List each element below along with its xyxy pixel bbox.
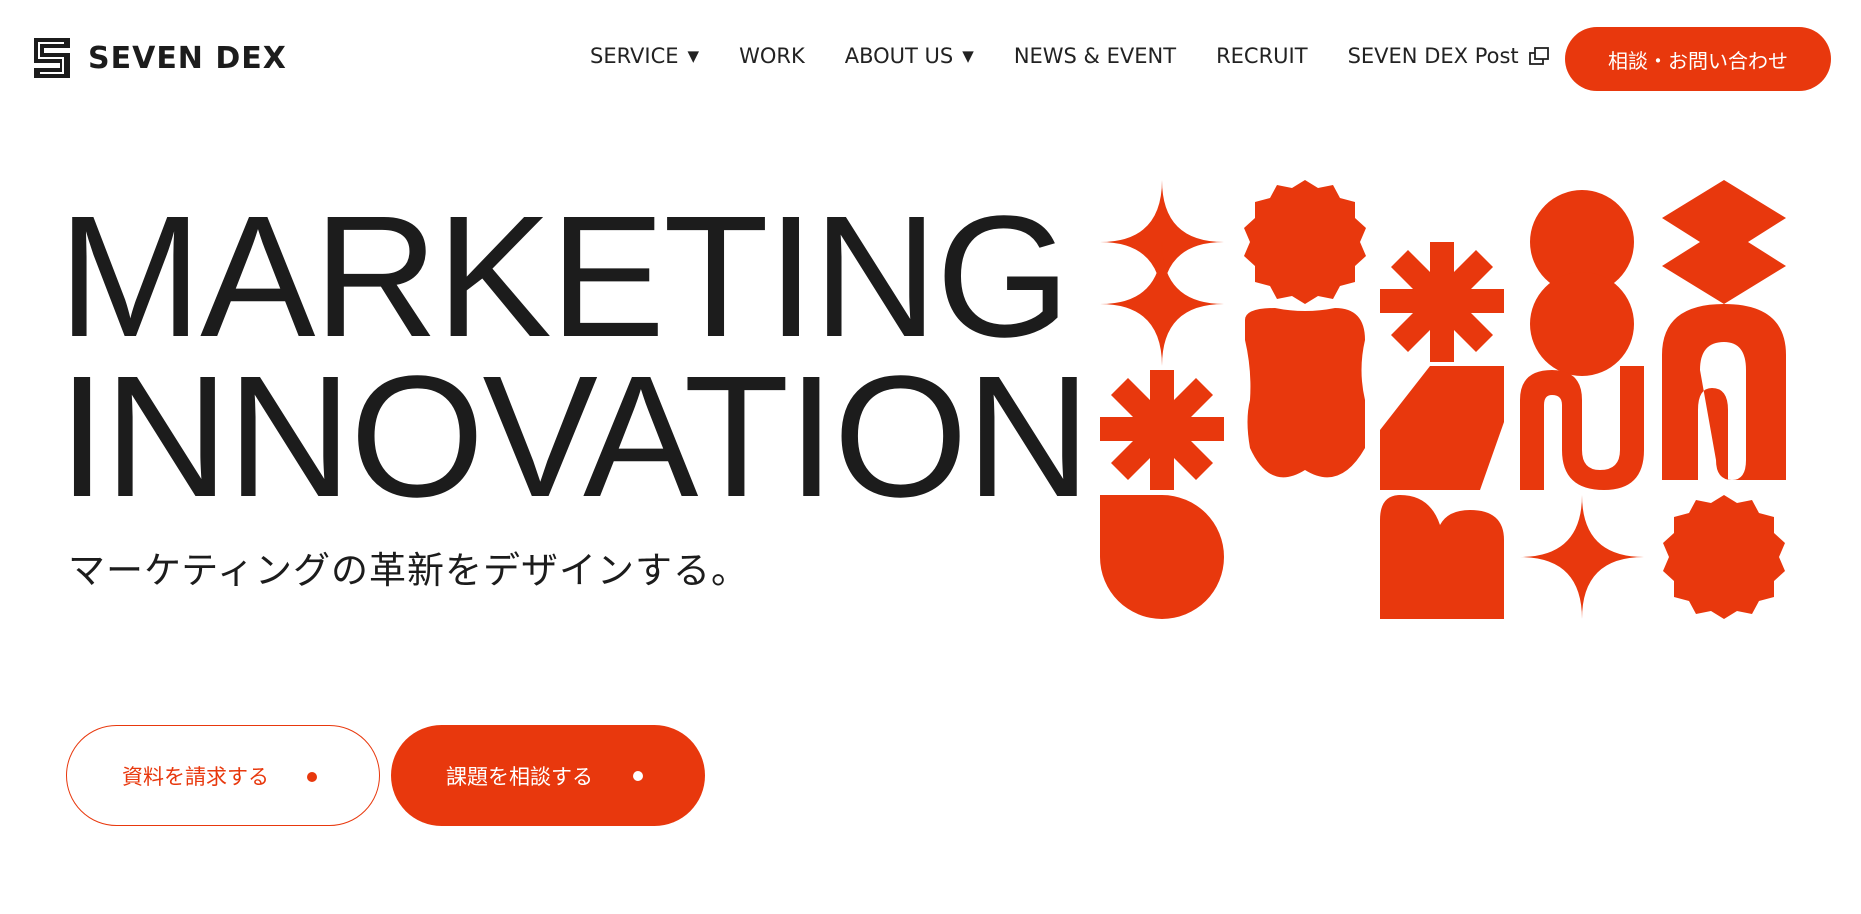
sparkle-shape (1520, 495, 1644, 619)
snake-shape (1520, 366, 1644, 490)
hero-subtitle: マーケティングの革新をデザインする。 (68, 549, 750, 592)
nav-item-label: SEVEN DEX Post (1347, 44, 1519, 68)
starburst-shape (1663, 495, 1785, 619)
logo-text: SEVEN DEX (88, 40, 287, 76)
hero-title-line-1: MARKETING (58, 179, 1070, 373)
main-nav: SERVICE ▼ WORK ABOUT US ▼ NEWS & EVENT R… (590, 44, 1589, 68)
logo[interactable]: SEVEN DEX (34, 38, 287, 78)
hero-title-line-2: INNOVATION (58, 339, 1091, 533)
hero-title: MARKETING INNOVATION (58, 179, 1091, 533)
nav-item-recruit[interactable]: RECRUIT (1216, 44, 1308, 68)
request-docs-label: 資料を請求する (122, 764, 269, 789)
external-link-icon (1528, 47, 1549, 65)
nav-item-label: RECRUIT (1216, 44, 1308, 68)
site-header: SEVEN DEX SERVICE ▼ WORK ABOUT US ▼ NEWS… (0, 0, 1861, 118)
hero-graphic (1100, 180, 1786, 619)
nav-item-news-event[interactable]: NEWS & EVENT (1014, 44, 1176, 68)
request-docs-button[interactable]: 資料を請求する (66, 725, 380, 826)
nav-item-label: NEWS & EVENT (1013, 44, 1177, 68)
nav-item-service[interactable]: SERVICE ▼ (590, 44, 699, 68)
semicircle-shape (1100, 495, 1224, 619)
snake-shape (1662, 304, 1786, 480)
nav-item-label: SERVICE (590, 44, 679, 68)
double-circle-shape (1530, 272, 1634, 376)
nav-item-label: ABOUT US (844, 44, 954, 68)
consult-button[interactable]: 課題を相談する (391, 725, 705, 826)
starburst-shape (1244, 180, 1366, 304)
chevron-down-icon: ▼ (687, 47, 700, 65)
blob-shape (1245, 308, 1365, 478)
nav-item-about-us[interactable]: ABOUT US ▼ (845, 44, 974, 68)
contact-button[interactable]: 相談・お問い合わせ (1565, 27, 1831, 91)
seven-dex-logo-icon (34, 38, 70, 78)
asterisk-shape (1380, 242, 1504, 362)
dot-icon (633, 771, 643, 781)
chevron-down-icon: ▼ (962, 47, 974, 65)
nav-item-seven-dex-post[interactable]: SEVEN DEX Post (1348, 44, 1549, 68)
parallelogram-shape (1380, 366, 1504, 490)
consult-label: 課題を相談する (446, 764, 593, 789)
dot-icon (307, 772, 317, 782)
nav-item-work[interactable]: WORK (739, 44, 805, 68)
arch-shape (1380, 495, 1504, 619)
diamond-shape (1662, 180, 1786, 304)
sparkle-shape (1100, 242, 1224, 366)
asterisk-shape (1100, 370, 1224, 490)
nav-item-label: WORK (739, 44, 805, 68)
